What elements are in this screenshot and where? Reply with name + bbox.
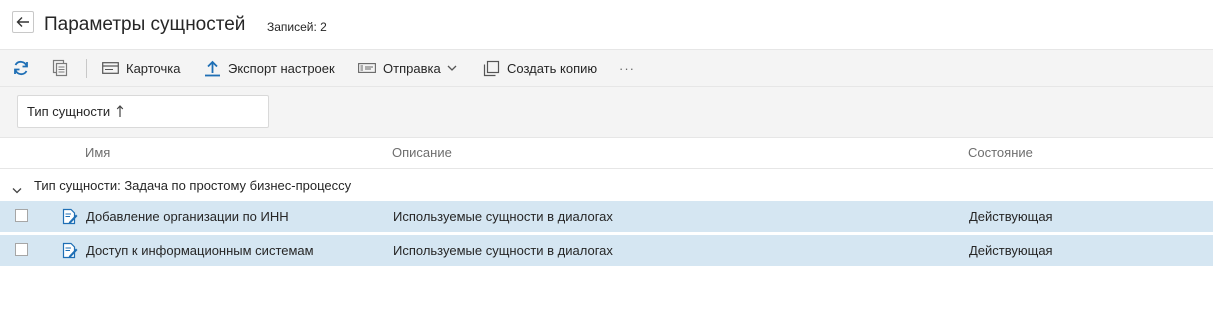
sort-ascending-icon bbox=[116, 105, 124, 118]
more-icon: ··· bbox=[619, 60, 635, 76]
arrow-left-icon bbox=[16, 17, 29, 27]
document-edit-icon bbox=[62, 242, 78, 264]
row-name: Добавление организации по ИНН bbox=[86, 209, 289, 224]
copy-list-button[interactable] bbox=[52, 50, 68, 86]
sort-field-label: Тип сущности bbox=[27, 104, 111, 119]
filter-area: Тип сущности bbox=[0, 87, 1213, 137]
chevron-down-icon bbox=[12, 181, 22, 199]
row-state: Действующая bbox=[969, 243, 1053, 258]
create-copy-button[interactable]: Создать копию bbox=[483, 50, 597, 86]
chevron-down-icon bbox=[447, 65, 457, 71]
refresh-icon bbox=[12, 59, 30, 77]
card-button-label: Карточка bbox=[126, 60, 181, 76]
back-button[interactable] bbox=[12, 11, 34, 33]
upload-icon bbox=[204, 60, 221, 77]
page-title: Параметры сущностей bbox=[44, 14, 246, 35]
group-row[interactable]: Тип сущности: Задача по простому бизнес-… bbox=[0, 170, 1213, 201]
page-header: Параметры сущностей Записей: 2 bbox=[0, 0, 1213, 49]
send-icon bbox=[358, 62, 376, 74]
create-copy-label: Создать копию bbox=[507, 60, 598, 76]
column-header-state[interactable]: Состояние bbox=[968, 138, 1033, 168]
more-button[interactable]: ··· bbox=[619, 50, 635, 86]
copy-list-icon bbox=[52, 59, 68, 77]
export-settings-label: Экспорт настроек bbox=[228, 60, 335, 76]
row-checkbox[interactable] bbox=[15, 209, 28, 222]
table-row[interactable]: Доступ к информационным системам Использ… bbox=[0, 235, 1213, 266]
document-edit-icon bbox=[62, 208, 78, 230]
row-checkbox[interactable] bbox=[15, 243, 28, 256]
toolbar: Карточка Экспорт настроек Отправка Созда… bbox=[0, 49, 1213, 87]
group-label: Тип сущности: Задача по простому бизнес-… bbox=[34, 178, 352, 193]
record-count: Записей: 2 bbox=[267, 20, 327, 34]
card-icon bbox=[102, 61, 119, 75]
duplicate-icon bbox=[483, 60, 500, 77]
row-name: Доступ к информационным системам bbox=[86, 243, 314, 258]
send-dropdown-button[interactable]: Отправка bbox=[358, 50, 457, 86]
row-state: Действующая bbox=[969, 209, 1053, 224]
row-description: Используемые сущности в диалогах bbox=[393, 243, 613, 258]
table-header: Имя Описание Состояние bbox=[0, 137, 1213, 169]
sort-field[interactable]: Тип сущности bbox=[17, 95, 269, 128]
table-row[interactable]: Добавление организации по ИНН Используем… bbox=[0, 201, 1213, 232]
row-description: Используемые сущности в диалогах bbox=[393, 209, 613, 224]
toolbar-separator bbox=[86, 59, 87, 78]
export-settings-button[interactable]: Экспорт настроек bbox=[204, 50, 335, 86]
column-header-description[interactable]: Описание bbox=[392, 138, 452, 168]
column-header-name[interactable]: Имя bbox=[85, 138, 110, 168]
card-button[interactable]: Карточка bbox=[102, 50, 180, 86]
refresh-button[interactable] bbox=[12, 50, 30, 86]
send-button-label: Отправка bbox=[383, 60, 441, 76]
